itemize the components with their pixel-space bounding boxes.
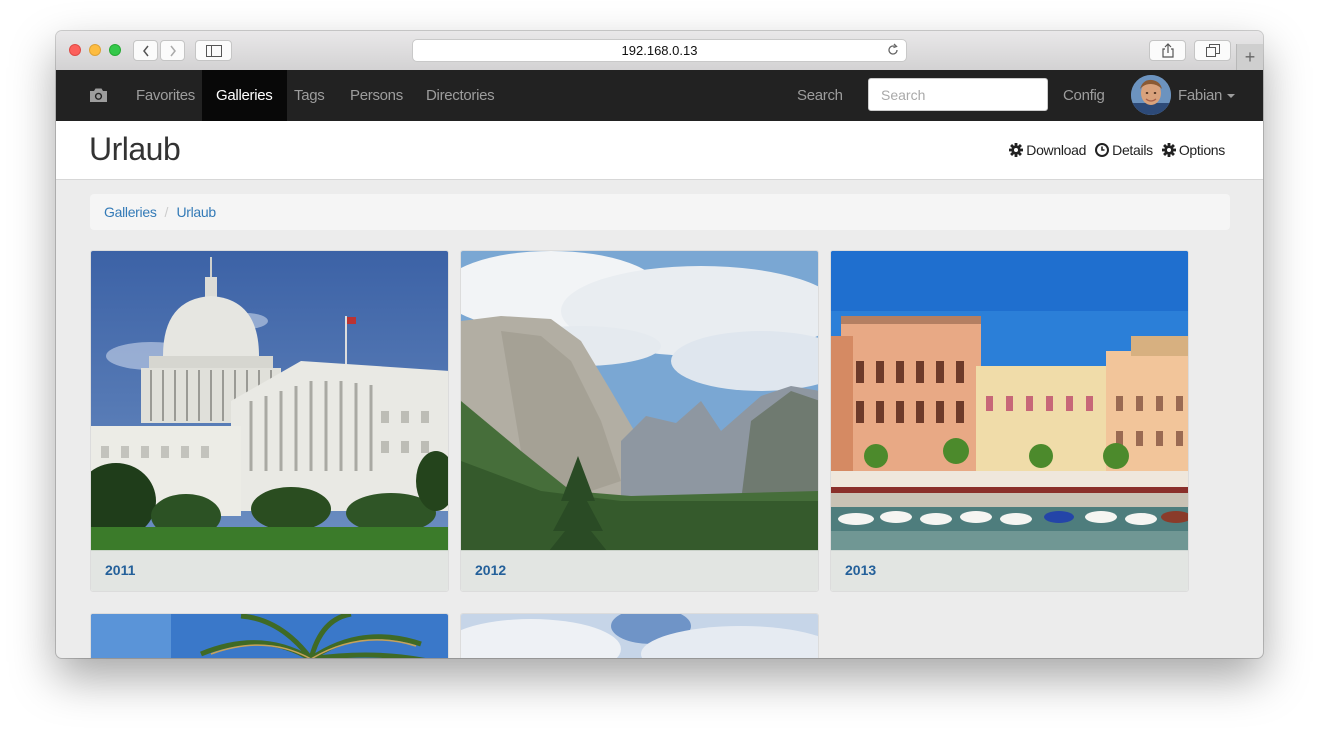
- back-button[interactable]: [133, 40, 158, 61]
- nav-galleries[interactable]: Galleries: [202, 70, 287, 121]
- gallery-card-label: 2013: [831, 550, 1188, 591]
- breadcrumb: Galleries / Urlaub: [90, 194, 1230, 230]
- gallery-thumbnail-valley: [461, 251, 818, 551]
- address-bar[interactable]: 192.168.0.13: [412, 39, 907, 62]
- gallery-card[interactable]: [90, 613, 449, 658]
- gallery-thumbnail-capitol: [91, 251, 448, 551]
- avatar[interactable]: [1131, 75, 1171, 115]
- nav-persons[interactable]: Persons: [350, 70, 403, 121]
- gallery-card-label: 2012: [461, 550, 818, 591]
- zoom-window-button[interactable]: [109, 44, 121, 56]
- page-header: Urlaub Download Details Options: [56, 121, 1263, 180]
- user-photo: [1131, 75, 1171, 115]
- nav-directories[interactable]: Directories: [426, 70, 495, 121]
- gallery-card-2013[interactable]: 2013: [830, 250, 1189, 592]
- download-label: Download: [1026, 142, 1087, 158]
- details-action[interactable]: Details: [1095, 142, 1153, 158]
- forward-button[interactable]: [160, 40, 185, 61]
- nav-favorites[interactable]: Favorites: [136, 70, 195, 121]
- tabs-overview-button[interactable]: [1194, 40, 1231, 61]
- nav-config[interactable]: Config: [1063, 70, 1105, 121]
- user-menu[interactable]: Fabian: [1178, 70, 1236, 121]
- browser-toolbar: 192.168.0.13 +: [56, 31, 1263, 71]
- plus-icon: +: [1244, 47, 1256, 67]
- page-title: Urlaub: [89, 131, 181, 167]
- minimize-window-button[interactable]: [89, 44, 101, 56]
- user-name: Fabian: [1178, 87, 1223, 104]
- breadcrumb-urlaub[interactable]: Urlaub: [176, 204, 216, 220]
- gallery-card-2011[interactable]: 2011: [90, 250, 449, 592]
- gallery-thumbnail-palm: [91, 614, 448, 658]
- options-label: Options: [1178, 142, 1225, 158]
- close-window-button[interactable]: [69, 44, 81, 56]
- nav-tags[interactable]: Tags: [294, 70, 325, 121]
- breadcrumb-galleries[interactable]: Galleries: [104, 204, 157, 220]
- details-label: Details: [1112, 142, 1153, 158]
- search-label: Search: [797, 87, 843, 104]
- browser-window: 192.168.0.13 + Favorites Galleries Tags …: [56, 31, 1263, 658]
- gear-icon: [1009, 143, 1024, 157]
- chevron-left-icon: [142, 45, 149, 56]
- tabs-icon: [1205, 44, 1220, 57]
- breadcrumb-separator: /: [164, 204, 169, 220]
- gallery-thumbnail-sky: [461, 614, 818, 658]
- navbar: Favorites Galleries Tags Persons Directo…: [56, 70, 1263, 121]
- camera-icon[interactable]: [89, 87, 108, 103]
- share-icon: [1161, 43, 1174, 58]
- gallery-card-2012[interactable]: 2012: [460, 250, 819, 592]
- options-action[interactable]: Options: [1161, 142, 1225, 158]
- share-button[interactable]: [1149, 40, 1186, 61]
- chevron-right-icon: [169, 45, 176, 56]
- reload-icon[interactable]: [886, 43, 900, 57]
- url-text: 192.168.0.13: [621, 43, 698, 58]
- gear-icon: [1161, 143, 1176, 157]
- header-actions: Download Details Options: [1009, 142, 1225, 158]
- gallery-card-label: 2011: [91, 550, 448, 591]
- search-input[interactable]: [868, 78, 1048, 111]
- gallery-card[interactable]: [460, 613, 819, 658]
- download-action[interactable]: Download: [1009, 142, 1086, 158]
- caret-down-icon: [1227, 94, 1236, 99]
- new-tab-button[interactable]: +: [1236, 44, 1263, 70]
- sidebar-icon: [205, 44, 222, 57]
- gallery-thumbnail-harbor: [831, 251, 1188, 551]
- sidebar-toggle-button[interactable]: [195, 40, 232, 61]
- clock-icon: [1095, 143, 1110, 157]
